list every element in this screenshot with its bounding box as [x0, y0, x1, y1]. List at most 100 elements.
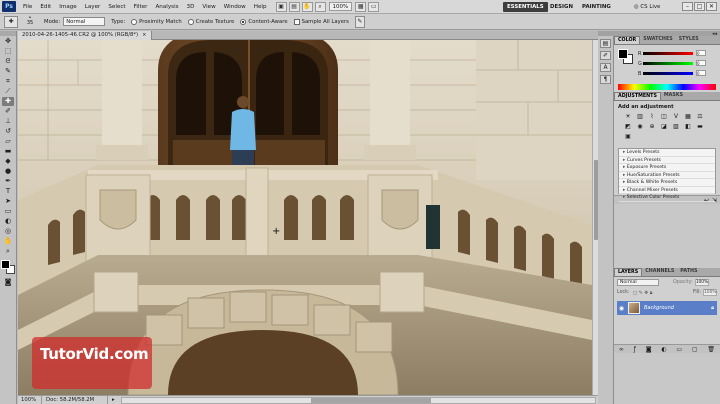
menu-3d[interactable]: 3D [183, 4, 199, 10]
layer-background[interactable]: ◉ Background 🔒︎ [617, 301, 717, 315]
red-slider[interactable]: R0 [638, 50, 706, 57]
exposure-icon[interactable]: ◫ [660, 113, 668, 120]
marquee-tool-icon[interactable]: ⬚ [2, 47, 14, 56]
clone-stamp-tool-icon[interactable]: ⊥ [2, 117, 14, 126]
fill-value[interactable]: 100% [703, 289, 717, 296]
photo-filter-icon[interactable]: ◉ [636, 123, 644, 130]
tool-preset-picker[interactable]: ✚ [4, 15, 18, 28]
new-group-icon[interactable]: ▭ [676, 346, 682, 353]
type-tool-icon[interactable]: T [2, 187, 14, 196]
eye-icon[interactable]: ◉ [617, 305, 626, 312]
lock-icon[interactable]: ▢ ✎ ✥ 🔒︎ [633, 290, 653, 296]
menu-view[interactable]: View [198, 4, 219, 10]
tab-channels[interactable]: CHANNELS [642, 268, 677, 276]
color-balance-icon[interactable]: ⚖ [696, 113, 704, 120]
horizontal-scrollbar[interactable] [120, 396, 596, 404]
move-tool-icon[interactable]: ✥ [2, 37, 14, 46]
tab-swatches[interactable]: SWATCHES [640, 36, 675, 44]
levels-icon[interactable]: ▥ [636, 113, 644, 120]
tab-styles[interactable]: STYLES [676, 36, 702, 44]
new-layer-icon[interactable]: ▢ [692, 346, 698, 353]
toolbox-grip[interactable] [0, 31, 16, 36]
pen-tool-icon[interactable]: ✒ [2, 177, 14, 186]
paragraph-panel-icon[interactable]: ¶ [600, 75, 611, 84]
blue-track[interactable] [643, 72, 693, 75]
workspace-essentials[interactable]: ESSENTIALS [503, 2, 548, 12]
posterize-icon[interactable]: ▧ [672, 123, 680, 130]
history-brush-icon[interactable]: ↺ [2, 127, 14, 136]
green-track[interactable] [643, 62, 693, 65]
zoom-level[interactable]: 100% [328, 2, 353, 11]
status-menu-arrow-icon[interactable]: ▸ [108, 397, 119, 403]
tab-paths[interactable]: PATHS [677, 268, 700, 276]
type-content-aware[interactable]: Content-Aware [234, 18, 288, 25]
invert-icon[interactable]: ◪ [660, 123, 668, 130]
crop-tool-icon[interactable]: ⌗ [2, 77, 14, 86]
preset-hue-saturation[interactable]: Hue/Saturation Presets [619, 172, 715, 179]
layer-style-icon[interactable]: ƒ [634, 346, 636, 353]
selective-color-icon[interactable]: ▣ [624, 133, 632, 140]
delete-layer-icon[interactable]: 🗑︎ [707, 346, 715, 353]
preset-selective-color[interactable]: Selective Color Presets [619, 194, 715, 202]
foreground-color-swatch[interactable] [1, 260, 10, 269]
workspace-design[interactable]: DESIGN [546, 2, 577, 12]
preset-levels[interactable]: Levels Presets [619, 149, 715, 157]
dodge-tool-icon[interactable]: ● [2, 167, 14, 176]
type-create-texture[interactable]: Create Texture [182, 18, 234, 25]
black-white-icon[interactable]: ◩ [624, 123, 632, 130]
workspace-painting[interactable]: PAINTING [578, 2, 615, 12]
vibrance-icon[interactable]: V [672, 113, 680, 120]
color-spectrum-ramp[interactable] [618, 84, 716, 90]
blur-tool-icon[interactable]: ◆ [2, 157, 14, 166]
blue-slider[interactable]: B0 [638, 70, 706, 77]
preset-curves[interactable]: Curves Presets [619, 157, 715, 164]
cs-live-button[interactable]: ◎ CS Live [630, 2, 664, 12]
screen-mode-icon[interactable]: ▭ [368, 1, 380, 12]
new-adjustment-icon[interactable]: ◐ [661, 346, 666, 353]
channel-mixer-icon[interactable]: ⊕ [648, 123, 656, 130]
history-panel-icon[interactable]: ▤ [600, 39, 611, 48]
type-proximity-match[interactable]: Proximity Match [125, 18, 182, 25]
hue-saturation-icon[interactable]: ▦ [684, 113, 692, 120]
preset-black-white[interactable]: Black & White Presets [619, 179, 715, 187]
menu-layer[interactable]: Layer [81, 4, 105, 10]
zoom-tool-icon[interactable]: ⌕ [2, 247, 14, 256]
maximize-button[interactable]: □ [694, 2, 705, 11]
red-value[interactable]: 0 [696, 50, 706, 56]
add-mask-icon[interactable]: ◙ [646, 346, 652, 353]
menu-select[interactable]: Select [104, 4, 129, 10]
3d-rotate-tool-icon[interactable]: ◐ [2, 217, 14, 226]
pressure-size-icon[interactable]: ✎ [354, 15, 365, 28]
color-swatches[interactable] [1, 260, 15, 274]
3d-orbit-tool-icon[interactable]: ◎ [2, 227, 14, 236]
quick-mask-icon[interactable]: ◙ [2, 278, 14, 287]
blue-value[interactable]: 0 [696, 70, 706, 76]
tab-masks[interactable]: MASKS [661, 92, 686, 100]
zoom-icon[interactable]: ⌕ [314, 1, 326, 12]
eraser-tool-icon[interactable]: ▱ [2, 137, 14, 146]
green-slider[interactable]: G0 [638, 60, 706, 67]
close-icon[interactable]: × [142, 32, 146, 38]
threshold-icon[interactable]: ◧ [684, 123, 692, 130]
preset-exposure[interactable]: Exposure Presets [619, 164, 715, 172]
minimize-button[interactable]: – [682, 2, 693, 11]
bridge-icon[interactable]: ▣ [275, 1, 287, 12]
menu-filter[interactable]: Filter [130, 4, 152, 10]
quick-select-tool-icon[interactable]: ✎ [2, 67, 14, 76]
arrange-documents-icon[interactable]: ▦ [355, 1, 367, 12]
document-tab[interactable]: 2010-04-26-1405-46.CR2 @ 100% (RGB/8*) × [18, 31, 152, 40]
path-select-tool-icon[interactable]: ➤ [2, 197, 14, 206]
hand-icon[interactable]: ✋ [301, 1, 313, 12]
curves-icon[interactable]: ⌇ [648, 113, 656, 120]
mini-bridge-icon[interactable]: ▤ [288, 1, 300, 12]
horizontal-scroll-thumb[interactable] [311, 397, 431, 403]
menu-edit[interactable]: Edit [36, 4, 55, 10]
green-value[interactable]: 0 [696, 60, 706, 66]
image-canvas[interactable]: TutorVid.com + [18, 40, 592, 395]
menu-image[interactable]: Image [55, 4, 81, 10]
layer-name[interactable]: Background [644, 305, 711, 311]
character-panel-icon[interactable]: A [600, 63, 611, 72]
tab-adjustments[interactable]: ADJUSTMENTS [614, 92, 661, 100]
red-track[interactable] [643, 52, 693, 55]
gradient-tool-icon[interactable]: ▬ [2, 147, 14, 156]
